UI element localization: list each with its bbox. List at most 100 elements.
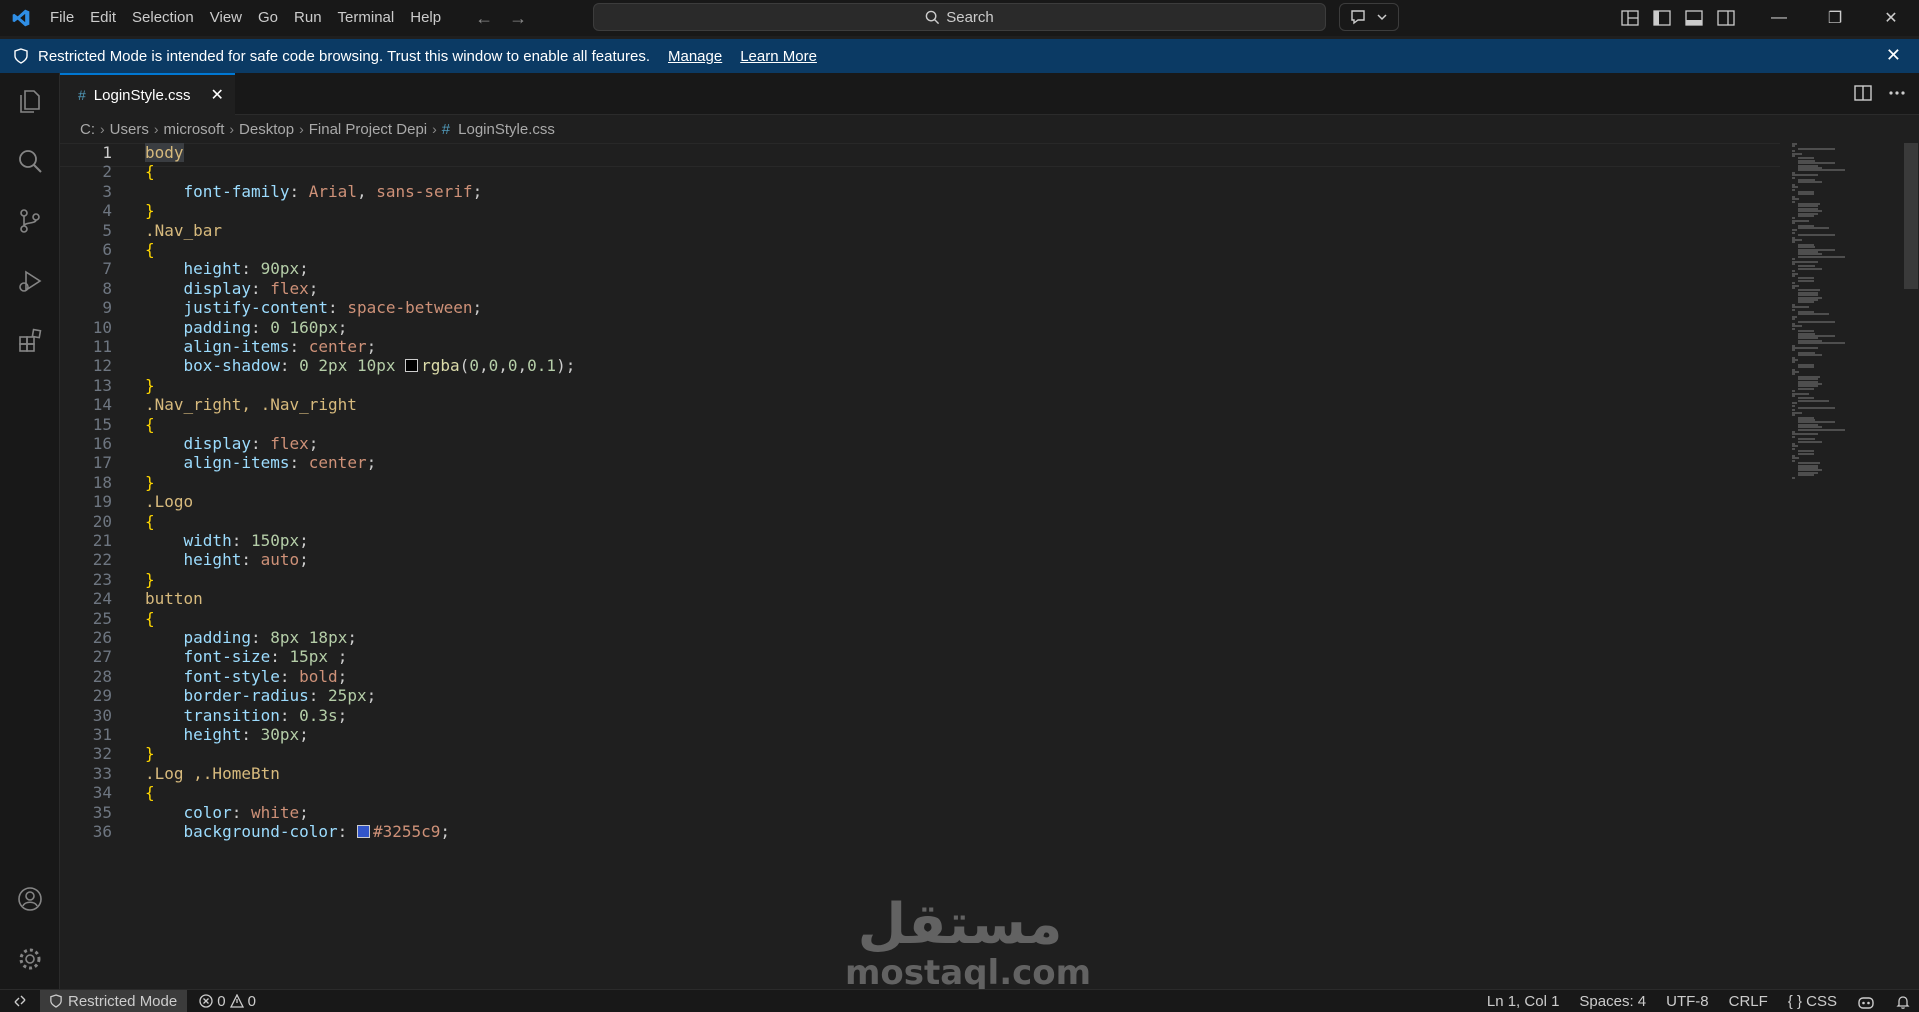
minimap-line — [1792, 188, 1795, 191]
minimap-line — [1792, 200, 1795, 203]
manage-gear-icon[interactable] — [0, 935, 60, 983]
window-controls: — ❐ ✕ — [1751, 0, 1919, 36]
breadcrumb-item[interactable]: C: — [80, 121, 95, 138]
explorer-icon[interactable] — [0, 77, 60, 125]
restricted-mode-status[interactable]: Restricted Mode — [40, 989, 188, 1012]
remote-indicator-icon[interactable] — [0, 990, 40, 1012]
minimap-line — [1792, 275, 1795, 277]
watermark: مستقل mostaql.com — [845, 892, 1092, 993]
toggle-panel-icon[interactable] — [1683, 7, 1705, 29]
minimize-icon[interactable]: — — [1751, 0, 1807, 36]
menu-file[interactable]: File — [42, 0, 82, 36]
shield-icon — [50, 994, 62, 1008]
menu-view[interactable]: View — [202, 0, 250, 36]
language-mode[interactable]: { } CSS — [1788, 993, 1837, 1010]
customize-layout-icon[interactable] — [1619, 7, 1641, 29]
minimap-line — [1792, 176, 1795, 179]
manage-link[interactable]: Manage — [668, 48, 722, 65]
css-file-icon: # — [441, 120, 451, 138]
minimap-line — [1792, 174, 1819, 177]
color-swatch[interactable] — [405, 359, 419, 373]
minimap-line — [1798, 169, 1845, 172]
problems-status[interactable]: 0 0 — [199, 993, 256, 1010]
code-editor[interactable]: 1 body 2{3 font-family: Arial, sans-serif;… — [60, 143, 1844, 989]
menu-edit[interactable]: Edit — [82, 0, 124, 36]
minimap-line — [1798, 267, 1822, 270]
command-center-search[interactable]: Search — [593, 3, 1326, 31]
menu-terminal[interactable]: Terminal — [330, 0, 403, 36]
minimap-line — [1792, 347, 1819, 349]
watermark-latin: mostaql.com — [845, 953, 1092, 993]
minimap-line — [1792, 327, 1795, 330]
forward-arrow-icon[interactable]: → — [507, 8, 529, 29]
breadcrumb-item[interactable]: microsoft — [164, 121, 225, 138]
menu-selection[interactable]: Selection — [124, 0, 202, 36]
restore-icon[interactable]: ❐ — [1807, 0, 1863, 36]
minimap-line — [1792, 459, 1795, 462]
code-line[interactable]: 36 background-color: #3255c9; — [60, 820, 1760, 844]
more-actions-icon[interactable] — [1887, 83, 1907, 103]
copilot-icon[interactable] — [1857, 994, 1875, 1010]
search-view-icon[interactable] — [0, 137, 60, 185]
vscode-logo-icon — [0, 0, 42, 36]
minimap-line — [1792, 433, 1819, 436]
minimap-line — [1798, 366, 1814, 369]
breadcrumb-item[interactable]: LoginStyle.css — [458, 121, 555, 138]
minimap-line — [1792, 222, 1795, 225]
back-arrow-icon[interactable]: ← — [473, 8, 495, 29]
minimap-line — [1792, 361, 1795, 364]
indentation[interactable]: Spaces: 4 — [1579, 993, 1646, 1010]
line-number: 36 — [92, 822, 112, 841]
minimap-line — [1798, 354, 1822, 357]
color-swatch[interactable] — [356, 825, 370, 838]
extensions-icon[interactable] — [0, 317, 60, 365]
source-control-icon[interactable] — [0, 197, 60, 245]
breadcrumb-item[interactable]: Final Project Depi — [309, 121, 427, 138]
run-debug-icon[interactable] — [0, 257, 60, 305]
close-icon[interactable]: ✕ — [1886, 45, 1901, 66]
minimap-line — [1798, 407, 1836, 409]
chevron-right-icon: › — [100, 121, 105, 137]
cursor-position[interactable]: Ln 1, Col 1 — [1487, 993, 1560, 1010]
notifications-bell-icon[interactable] — [1895, 994, 1911, 1010]
close-window-icon[interactable]: ✕ — [1863, 0, 1919, 36]
layout-controls — [1619, 0, 1737, 36]
toggle-primary-sidebar-icon[interactable] — [1651, 7, 1673, 29]
split-editor-icon[interactable] — [1853, 83, 1873, 103]
activity-bar — [0, 73, 60, 989]
search-label: Search — [946, 8, 994, 26]
status-bar-right: Ln 1, Col 1 Spaces: 4 UTF-8 CRLF { } CSS — [1487, 990, 1911, 1012]
navigation-arrows: ← → — [473, 8, 529, 29]
breadcrumb-item[interactable]: Desktop — [239, 121, 294, 138]
error-count: 0 — [217, 992, 226, 1010]
minimap-line — [1798, 215, 1814, 217]
menu-help[interactable]: Help — [402, 0, 449, 36]
tab-loginstyle-css[interactable]: # LoginStyle.css ✕ — [60, 73, 235, 115]
copilot-button[interactable] — [1339, 3, 1399, 31]
breadcrumb-item[interactable]: Users — [110, 121, 149, 138]
braces-icon: { } — [1787, 993, 1802, 1010]
restricted-mode-label: Restricted Mode — [68, 992, 178, 1010]
menu-go[interactable]: Go — [250, 0, 286, 36]
code-text: background-color: #3255c9; — [183, 822, 451, 841]
minimap-line — [1798, 474, 1814, 477]
editor-actions — [1853, 83, 1907, 103]
minimap-line — [1798, 428, 1845, 431]
minimap-line — [1792, 476, 1795, 479]
vertical-scrollbar[interactable] — [1904, 143, 1918, 289]
close-tab-icon[interactable]: ✕ — [211, 85, 224, 105]
minimap-line — [1798, 440, 1822, 443]
css-file-icon: # — [78, 87, 86, 103]
accounts-icon[interactable] — [0, 875, 60, 923]
watermark-arabic: مستقل — [857, 892, 1063, 957]
learn-more-link[interactable]: Learn More — [740, 48, 817, 65]
minimap-line — [1798, 387, 1814, 390]
menu-run[interactable]: Run — [286, 0, 330, 36]
encoding[interactable]: UTF-8 — [1666, 993, 1709, 1010]
chevron-right-icon: › — [229, 121, 235, 137]
minimap-line — [1792, 447, 1795, 450]
minimap-line — [1798, 313, 1830, 316]
minimap[interactable] — [1788, 143, 1908, 483]
toggle-secondary-sidebar-icon[interactable] — [1715, 7, 1737, 29]
end-of-line[interactable]: CRLF — [1729, 993, 1768, 1010]
